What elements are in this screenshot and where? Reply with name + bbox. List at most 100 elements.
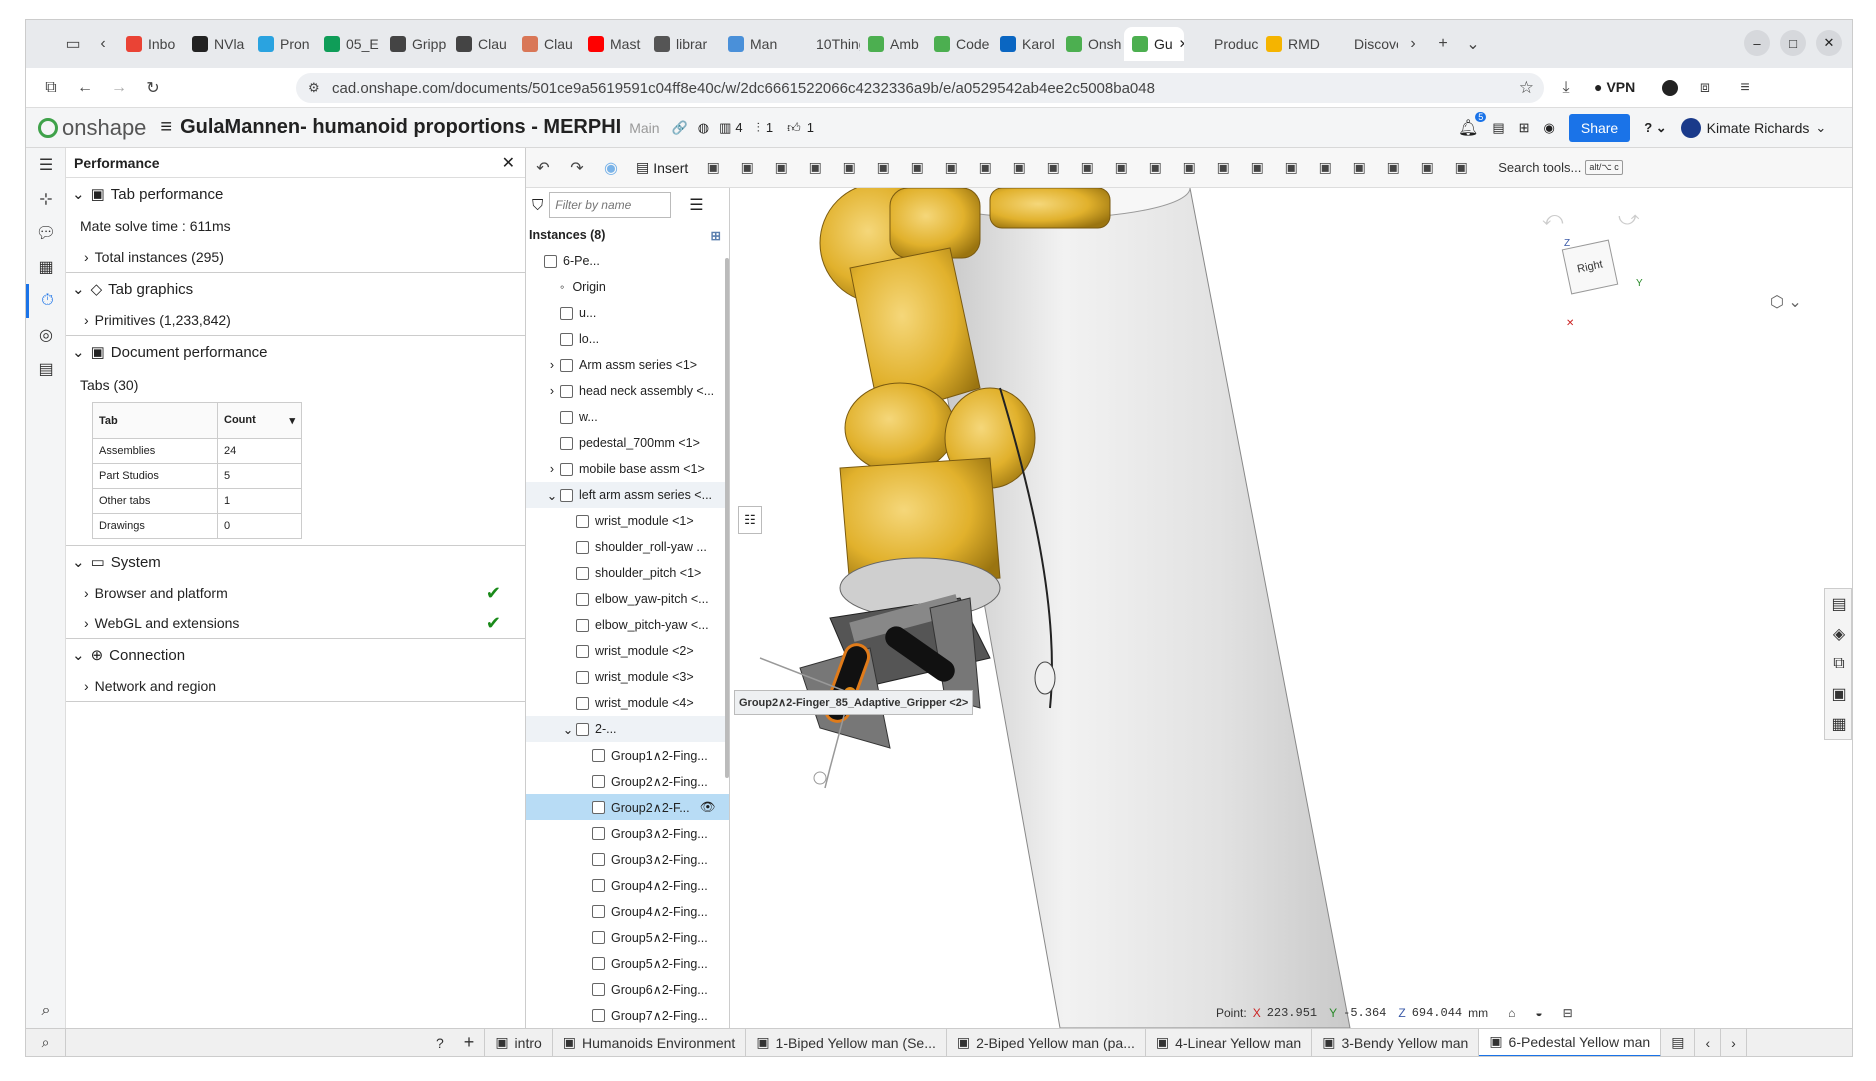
globe-icon[interactable]: ◍ (698, 120, 709, 136)
model-render[interactable] (730, 188, 1852, 1028)
document-tab[interactable]: ▣ intro (485, 1028, 553, 1056)
tab-scroll-left-icon[interactable]: ‹ (88, 29, 118, 59)
mates-panel-icon[interactable]: ⧉ (1825, 649, 1852, 679)
url-field[interactable]: ⚙ cad.onshape.com/documents/501ce9a56195… (296, 73, 1544, 103)
expand-chevron-icon[interactable]: › (544, 358, 560, 372)
section-icon[interactable]: ▣ (1447, 154, 1475, 182)
tab-list-icon[interactable]: ▤ (1661, 1028, 1696, 1056)
table-header-tab[interactable]: Tab (92, 402, 218, 439)
assembly-mode-icon[interactable]: ◉ (597, 154, 625, 182)
measure-icon[interactable]: ▣ (1379, 154, 1407, 182)
graphics-viewport[interactable]: Right Z Y ✕ ⤺ ⤻ ⬡ ⌄ ▤ ◈ ⧉ ▣ ▦ Group2∧2-F… (730, 188, 1852, 1028)
screw-relation-icon[interactable]: ▣ (1311, 154, 1339, 182)
versions-icon[interactable]: ▥ (719, 120, 731, 136)
browser-tab[interactable]: librar (646, 27, 720, 61)
section-view-icon[interactable]: ⊟ (1563, 1006, 1573, 1020)
versions-count[interactable]: 4 (735, 120, 742, 135)
downloads-icon[interactable]: ⤓ (1551, 73, 1581, 103)
parallel-mate-icon[interactable]: ▣ (971, 154, 999, 182)
notification-bell-icon[interactable]: 🔔︎ 5 (1458, 112, 1487, 138)
explode-icon[interactable]: ▣ (1209, 154, 1237, 182)
instance-row[interactable]: Group7∧2-Fing... (526, 1002, 729, 1028)
tabs-scroll-left-icon[interactable]: ‹ (1695, 1028, 1722, 1056)
rotate-arrow-icon[interactable]: ⤻ (1618, 208, 1639, 231)
instance-row[interactable]: › Arm assm series <1> (526, 352, 729, 378)
search-tools-field[interactable]: Search tools... alt/⌥ c (1498, 160, 1623, 175)
forward-button[interactable]: → (104, 73, 134, 103)
browser-tab[interactable]: Clau (448, 27, 514, 61)
system-header[interactable]: ⌄ ▭ System (66, 546, 525, 578)
document-tab[interactable]: ▣ 3-Bendy Yellow man (1312, 1028, 1480, 1056)
width-mate-icon[interactable]: ▣ (1039, 154, 1067, 182)
filter-input[interactable] (549, 192, 672, 218)
onshape-logo[interactable]: onshape (38, 115, 146, 141)
scrollbar[interactable] (725, 258, 729, 778)
appearance-panel-icon[interactable]: ◈ (1825, 619, 1852, 649)
browser-tab[interactable]: Discover (1324, 27, 1398, 61)
circular-pattern-icon[interactable]: ▣ (1175, 154, 1203, 182)
link-icon[interactable]: 🔗 (672, 120, 688, 136)
browser-tab[interactable]: Code (926, 27, 992, 61)
apps-icon[interactable]: ⊞ (1519, 120, 1530, 136)
menu-icon[interactable]: ≡ (1730, 73, 1760, 103)
tab-graphics-header[interactable]: ⌄ ◇ Tab graphics (66, 273, 525, 305)
replicate-icon[interactable]: ▣ (699, 154, 727, 182)
linear-pattern-icon[interactable]: ▣ (1141, 154, 1169, 182)
instance-row[interactable]: wrist_module <3> (526, 664, 729, 690)
browser-tab[interactable]: 10Thing (786, 27, 860, 61)
instance-row[interactable]: elbow_pitch-yaw <... (526, 612, 729, 638)
tab-scroll-right-icon[interactable]: › (1398, 29, 1428, 59)
configurations-panel-icon[interactable]: ▣ (1825, 679, 1852, 709)
document-title[interactable]: GulaMannen- humanoid proportions - MERPH… (180, 116, 621, 139)
maximize-button[interactable]: □ (1780, 30, 1806, 56)
view-cube[interactable]: Right Z Y ✕ ⤺ ⤻ (1538, 208, 1648, 329)
bom-panel-icon[interactable]: ▦ (1825, 709, 1852, 739)
user-name[interactable]: Kimate Richards (1707, 120, 1810, 136)
instance-row[interactable]: w... (526, 404, 729, 430)
display-states-icon[interactable]: ▣ (1413, 154, 1441, 182)
profile-icon[interactable] (1662, 80, 1678, 96)
visibility-eye-icon[interactable]: 👁︎ (700, 800, 716, 815)
help-circle-icon[interactable]: ? (426, 1029, 454, 1057)
feature-list-icon[interactable]: ☰ (26, 148, 66, 182)
snap-icon[interactable]: ⌂ (1508, 1006, 1515, 1020)
browser-tab[interactable]: NVla (184, 27, 250, 61)
instance-row[interactable]: Group4∧2-Fing... (526, 898, 729, 924)
share-button[interactable]: Share (1568, 114, 1631, 142)
document-tab[interactable]: ▣ 1-Biped Yellow man (Se... (746, 1028, 947, 1056)
search-rail-icon[interactable]: ⌕ (26, 994, 66, 1028)
browser-tab[interactable]: Karol (992, 27, 1058, 61)
new-folder-icon[interactable]: ⊞ (711, 228, 721, 243)
document-tab[interactable]: ▣ 2-Biped Yellow man (pa... (947, 1028, 1146, 1056)
instance-row[interactable]: ⌄ 2-... (526, 716, 729, 742)
appearance-icon[interactable]: ◎ (26, 318, 66, 352)
hamburger-icon[interactable]: ≡ (160, 116, 172, 139)
rack-relation-icon[interactable]: ▣ (1277, 154, 1305, 182)
tasks-icon[interactable]: ▤ (1492, 120, 1504, 136)
pin-slot-mate-icon[interactable]: ▣ (903, 154, 931, 182)
new-tab-button[interactable]: + (1428, 29, 1458, 59)
instance-row[interactable]: › mobile base assm <1> (526, 456, 729, 482)
branch-label[interactable]: Main (629, 120, 659, 136)
instance-row[interactable]: wrist_module <2> (526, 638, 729, 664)
browser-tab[interactable]: Amb (860, 27, 926, 61)
instance-row[interactable]: › head neck assembly <... (526, 378, 729, 404)
redo-icon[interactable]: ↷ (563, 154, 591, 182)
network-row[interactable]: › Network and region (66, 671, 525, 701)
back-button[interactable]: ← (70, 73, 100, 103)
browser-tab[interactable]: Inbo (118, 27, 184, 61)
browser-tab[interactable]: 05_E (316, 27, 382, 61)
user-menu-chevron-icon[interactable]: ⌄ (1815, 120, 1826, 136)
add-tab-button[interactable]: + (454, 1028, 486, 1056)
total-instances-row[interactable]: › Total instances (295) (66, 242, 525, 272)
gear-relation-icon[interactable]: ▣ (1243, 154, 1271, 182)
instance-row[interactable]: Group2∧2-F... 👁︎ (526, 794, 729, 820)
browser-tab[interactable]: Product (1184, 27, 1258, 61)
tangent-mate-icon[interactable]: ▣ (1005, 154, 1033, 182)
instance-row[interactable]: wrist_module <1> (526, 508, 729, 534)
primitives-row[interactable]: › Primitives (1,233,842) (66, 305, 525, 335)
properties-panel-icon[interactable]: ▤ (1825, 589, 1852, 619)
slider-mate-icon[interactable]: ▣ (801, 154, 829, 182)
like-icon[interactable]: 👍︎ (787, 120, 801, 136)
panel-toggle-icon[interactable]: ☷ (738, 506, 762, 534)
